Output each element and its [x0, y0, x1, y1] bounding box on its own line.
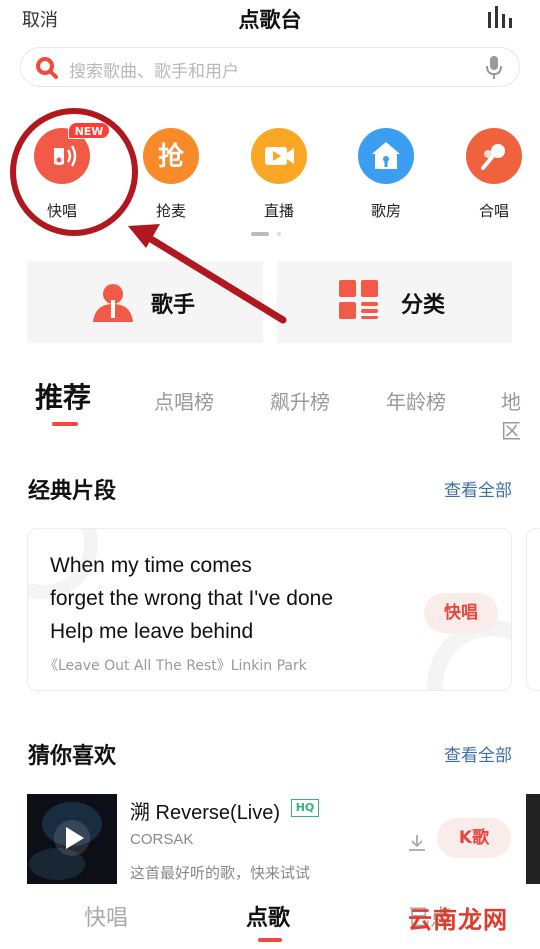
- chorus-icon: [466, 128, 522, 184]
- quick-sing-button[interactable]: 快唱: [424, 593, 498, 633]
- svg-text:抢: 抢: [158, 141, 185, 172]
- function-quick-sing[interactable]: 快唱: [27, 128, 97, 220]
- function-label: 合唱: [478, 202, 509, 220]
- hq-badge: HQ: [291, 799, 319, 817]
- lyric-card[interactable]: When my time comes forget the wrong that…: [27, 528, 512, 691]
- watermark-logo: 云南龙网: [408, 906, 508, 934]
- tab-request-chart[interactable]: 点唱榜: [154, 386, 214, 415]
- page-dot: [277, 232, 281, 236]
- song-room-icon: [358, 128, 414, 184]
- function-label: 歌房: [370, 202, 401, 220]
- lyric-source: 《Leave Out All The Rest》Linkin Park: [44, 658, 307, 674]
- view-all-classic-link[interactable]: 查看全部: [444, 476, 512, 501]
- nav-quick-sing[interactable]: 快唱: [84, 900, 128, 932]
- category-card[interactable]: 分类: [277, 261, 512, 343]
- search-icon: [36, 57, 58, 79]
- song-title[interactable]: 溯 Reverse(Live): [130, 796, 280, 825]
- tab-active-indicator: [52, 422, 78, 426]
- next-lyric-card[interactable]: [526, 528, 540, 691]
- page-title: 点歌台: [238, 8, 302, 32]
- category-icon: [339, 280, 378, 319]
- singer-card[interactable]: 歌手: [27, 261, 263, 343]
- next-song-cover[interactable]: [526, 794, 540, 884]
- function-song-room[interactable]: 歌房: [351, 128, 421, 220]
- category-card-label: 分类: [401, 293, 446, 318]
- view-all-guess-link[interactable]: 查看全部: [444, 741, 512, 766]
- song-cover[interactable]: [27, 794, 117, 884]
- tab-recommend[interactable]: 推荐: [35, 376, 91, 416]
- search-bar[interactable]: 搜索歌曲、歌手和用户: [20, 47, 520, 87]
- ranking-bars-icon[interactable]: [488, 6, 516, 28]
- function-grab-mic[interactable]: 抢 抢麦: [136, 128, 206, 220]
- function-label: 快唱: [46, 202, 77, 220]
- function-chorus[interactable]: 合唱: [459, 128, 529, 220]
- function-label: 抢麦: [155, 202, 186, 220]
- k-song-button[interactable]: K歌: [437, 818, 511, 858]
- song-description: 这首最好听的歌，快来试试: [130, 864, 311, 882]
- header-bar: 取消 点歌台: [0, 0, 540, 40]
- download-icon[interactable]: [407, 833, 427, 853]
- song-artist: CORSAK: [130, 831, 194, 848]
- tab-age-chart[interactable]: 年龄榜: [386, 386, 446, 415]
- lyric-line: forget the wrong that I've done: [50, 587, 334, 610]
- page-dot-active: [251, 232, 269, 236]
- search-input[interactable]: 搜索歌曲、歌手和用户: [69, 57, 239, 82]
- grab-mic-icon: 抢: [143, 128, 199, 184]
- lyric-line: Help me leave behind: [50, 620, 254, 643]
- lyric-line: When my time comes: [50, 554, 252, 577]
- singer-icon: [93, 284, 133, 322]
- new-badge: NEW: [68, 122, 110, 139]
- function-live[interactable]: 直播: [244, 128, 314, 220]
- section-title-guess: 猜你喜欢: [28, 744, 117, 769]
- nav-active-indicator: [258, 938, 282, 942]
- function-label: 直播: [263, 202, 294, 220]
- tab-region-chart[interactable]: 地区: [501, 386, 540, 444]
- singer-card-label: 歌手: [151, 293, 196, 318]
- microphone-icon[interactable]: [485, 55, 503, 81]
- nav-song-request[interactable]: 点歌: [246, 900, 290, 932]
- live-video-icon: [251, 128, 307, 184]
- tab-rising-chart[interactable]: 飙升榜: [270, 386, 330, 415]
- section-title-classic: 经典片段: [28, 479, 117, 504]
